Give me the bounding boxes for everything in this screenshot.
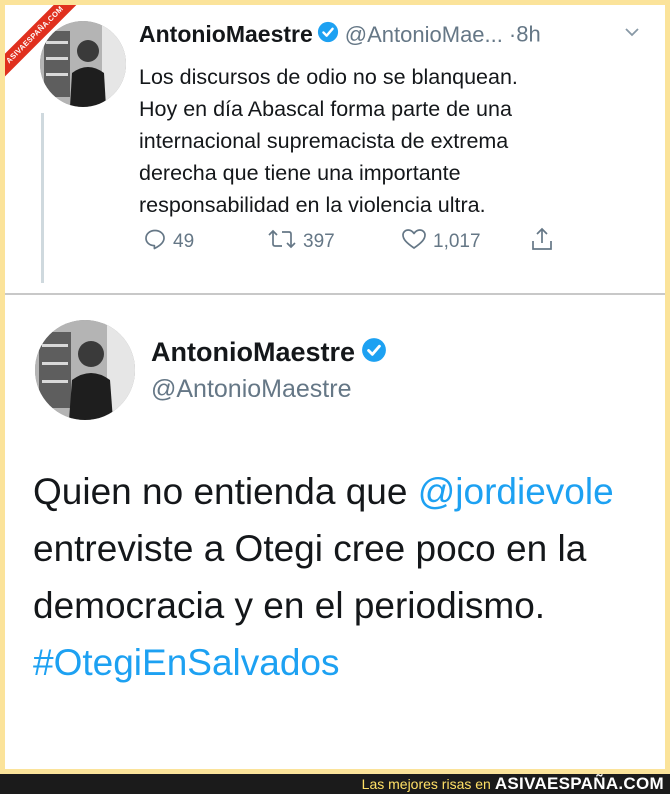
display-name-text: AntonioMaestre	[151, 337, 356, 367]
display-name[interactable]: AntonioMaestre	[151, 337, 387, 370]
tweet-text-line: internacional supremacista de extrema	[139, 129, 509, 153]
tweet-actions: 49 397 1,017	[139, 227, 569, 257]
tweet-text-line: responsabilidad en la violencia ultra.	[139, 193, 486, 217]
tweet-text-line: democracia y en el periodismo.	[33, 585, 546, 626]
share-button[interactable]	[529, 227, 561, 257]
handle[interactable]: @AntonioMae...	[345, 22, 503, 47]
retweet-count: 397	[303, 231, 335, 252]
screenshot-frame: AntonioMaestre @AntonioMae... ·8h Los disc…	[5, 5, 665, 769]
tweet-text-line: #OtegiEnSalvados	[33, 634, 663, 691]
tweet-text: Los discursos de odio no se blanquean. H…	[139, 61, 639, 221]
footer-tagline: Las mejores risas en	[361, 776, 491, 792]
tweet-text: Quien no entienda que @jordievole entrev…	[33, 463, 663, 691]
retweet-button[interactable]: 397	[267, 227, 335, 257]
tweet-text-line: derecha que tiene una importante	[139, 161, 461, 185]
reply-icon	[143, 227, 173, 257]
tweet-main[interactable]: AntonioMaestre @AntonioMaestre Quien no …	[5, 295, 665, 769]
like-button[interactable]: 1,017	[401, 227, 481, 257]
reply-count: 49	[173, 231, 195, 252]
avatar[interactable]	[40, 21, 126, 107]
share-icon	[529, 226, 561, 258]
tweet-header: AntonioMaestre @AntonioMae... ·8h	[139, 21, 649, 51]
tweet-text-line: Los discursos de odio no se blanquean.	[139, 65, 518, 89]
hashtag-link[interactable]: #OtegiEnSalvados	[33, 642, 339, 683]
verified-badge-icon	[361, 337, 387, 370]
reply-button[interactable]: 49	[143, 227, 194, 257]
tweet-text-line: Quien no entienda que @jordievole	[33, 463, 663, 520]
tweet-text-line: entreviste a Otegi cree poco en la	[33, 528, 587, 569]
verified-badge-icon	[317, 21, 339, 48]
thread-line	[41, 113, 44, 283]
footer-banner: Las mejores risas en ASIVAESPAÑA.COM	[0, 774, 670, 794]
footer-brand[interactable]: ASIVAESPAÑA.COM	[495, 774, 664, 793]
mention-link[interactable]: @jordievole	[418, 471, 614, 512]
timestamp[interactable]: 8h	[516, 22, 540, 47]
handle[interactable]: @AntonioMaestre	[151, 375, 351, 404]
avatar[interactable]	[35, 320, 135, 420]
tweet-text-line: Hoy en día Abascal forma parte de una	[139, 97, 512, 121]
retweet-icon	[267, 227, 303, 257]
tweet-top[interactable]: AntonioMaestre @AntonioMae... ·8h Los disc…	[5, 5, 665, 293]
like-count: 1,017	[433, 231, 481, 252]
display-name[interactable]: AntonioMaestre	[139, 21, 313, 47]
heart-icon	[401, 227, 433, 257]
tweet-text-part: Quien no entienda que	[33, 471, 418, 512]
chevron-down-icon[interactable]	[623, 23, 641, 46]
